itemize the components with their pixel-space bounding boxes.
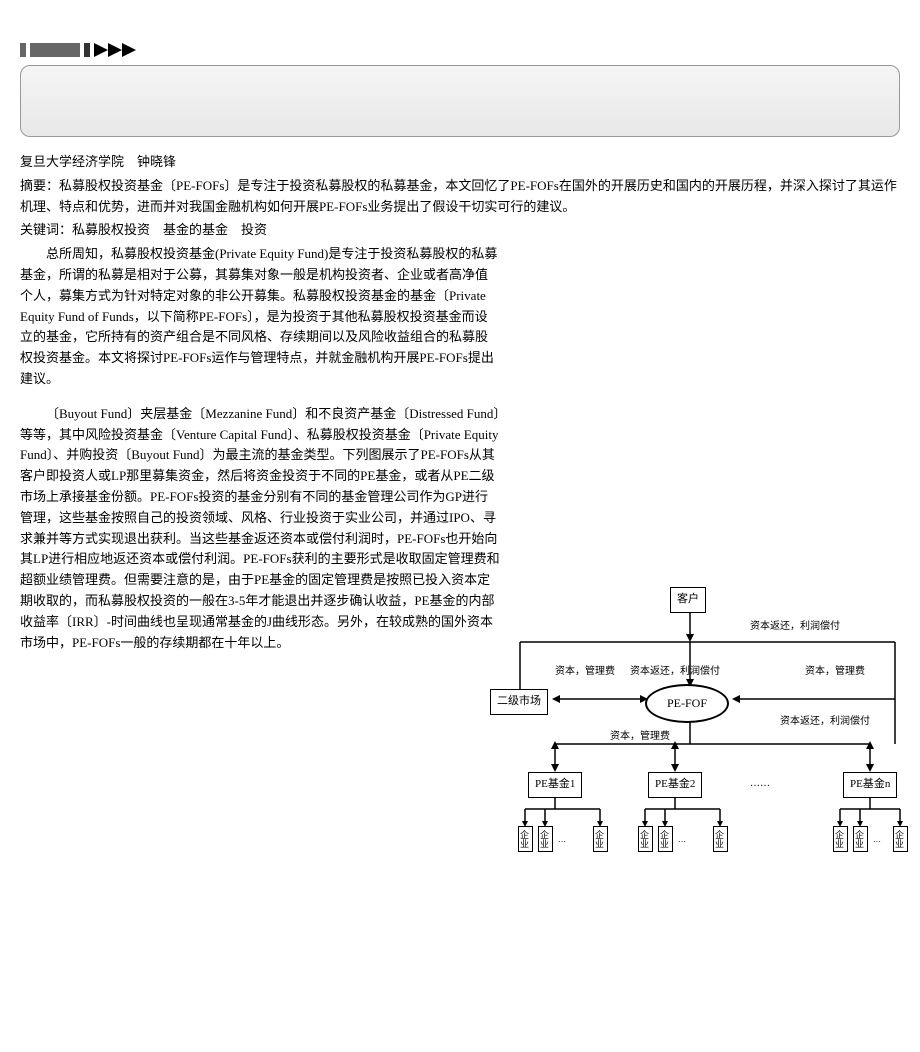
diagram-enterprise-1-2: 企业: [538, 826, 553, 852]
abstract: 摘要：私募股权投资基金〔PE-FOFs〕是专注于投资私募股权的私募基金，本文回忆…: [20, 176, 900, 218]
diagram-pe-fund1-box: PE基金1: [528, 772, 582, 798]
diagram-enterprise-1-n: 企业: [593, 826, 608, 852]
author-line: 复旦大学经济学院 钟晓锋: [20, 152, 900, 173]
diagram-label-return-right: 资本返还，利润偿付: [780, 714, 870, 730]
diagram-enterprise-n-1: 企业: [833, 826, 848, 852]
paragraph-1: 总所周知，私募股权投资基金(Private Equity Fund)是专注于投资…: [20, 244, 500, 390]
diagram-dots-ent2: …: [678, 834, 686, 847]
diagram-pe-fundn-box: PE基金n: [843, 772, 897, 798]
header-ornament: [20, 40, 900, 60]
diagram-enterprise-2-n: 企业: [713, 826, 728, 852]
diagram-dots-entn: …: [873, 834, 881, 847]
title-band: [20, 65, 900, 137]
diagram-enterprise-n-n: 企业: [893, 826, 908, 852]
diagram-enterprise-1-1: 企业: [518, 826, 533, 852]
diagram-dots-funds: ……: [750, 776, 770, 792]
diagram-enterprise-2-1: 企业: [638, 826, 653, 852]
diagram-pe-fund2-box: PE基金2: [648, 772, 702, 798]
diagram-label-mgmt-right: 资本，管理费: [805, 664, 865, 680]
diagram-customer-box: 客户: [670, 587, 706, 613]
paragraph-2: 〔Buyout Fund〕夹层基金〔Mezzanine Fund〕和不良资产基金…: [20, 404, 500, 654]
diagram-enterprise-n-2: 企业: [853, 826, 868, 852]
keywords: 关键词：私募股权投资 基金的基金 投资: [20, 220, 900, 241]
diagram-label-mgmt-left: 资本，管理费: [555, 664, 615, 680]
diagram-dots-ent1: …: [558, 834, 566, 847]
diagram-label-return-top: 资本返还，利润偿付: [750, 619, 840, 635]
diagram-secondary-market-box: 二级市场: [490, 689, 548, 715]
diagram-enterprise-2-2: 企业: [658, 826, 673, 852]
diagram-label-return-mid: 资本返还，利润偿付: [630, 664, 720, 680]
diagram-label-mgmt-bottom: 资本，管理费: [610, 729, 670, 745]
